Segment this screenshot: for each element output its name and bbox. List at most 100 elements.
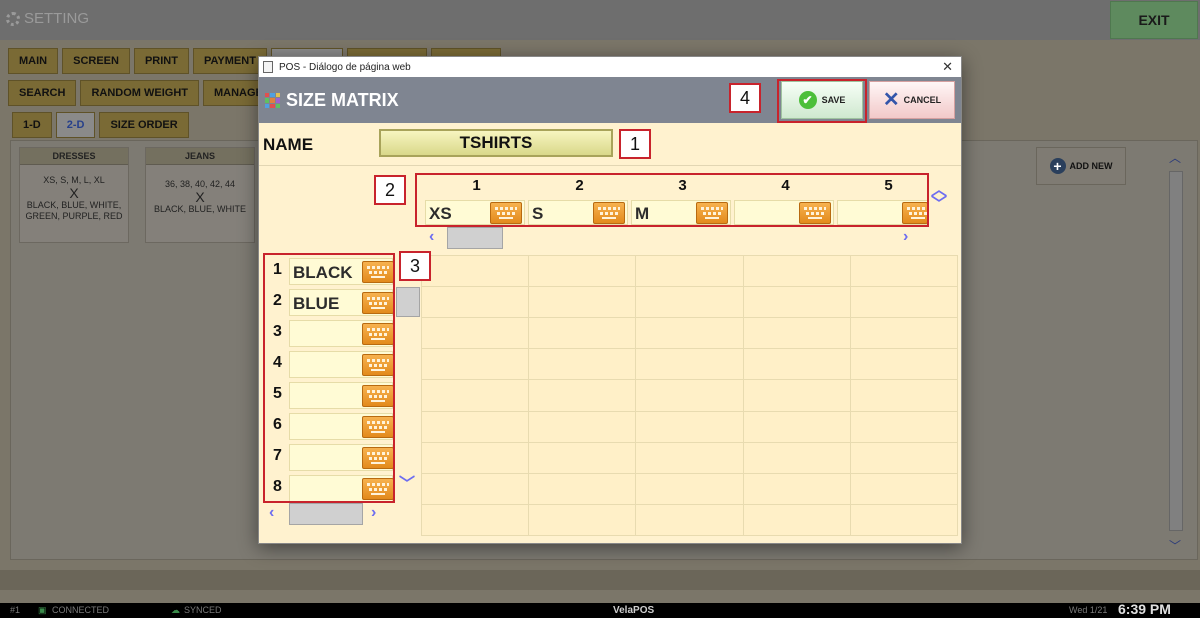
matrix-cell[interactable] [422, 349, 530, 381]
add-new-button[interactable]: + ADD NEW [1036, 147, 1126, 185]
chevron-up-icon[interactable]: ︿ [1169, 149, 1181, 166]
matrix-cell[interactable] [529, 318, 637, 350]
chevron-down-icon[interactable]: ﹀ [1169, 537, 1181, 554]
callout-box-rows [263, 253, 395, 503]
tab-2d[interactable]: 2-D [55, 112, 96, 138]
matrix-cell[interactable] [636, 349, 744, 381]
tab-search[interactable]: SEARCH [8, 80, 77, 106]
chevron-left-icon[interactable]: ‹ [269, 505, 274, 521]
matrix-cell[interactable] [529, 411, 637, 443]
tab-print[interactable]: PRINT [133, 48, 189, 74]
matrix-cell[interactable] [743, 287, 851, 319]
matrix-cell[interactable] [743, 380, 851, 412]
category-card-dresses[interactable]: DRESSES XS, S, M, L, XL X BLACK, BLUE, W… [19, 147, 129, 243]
matrix-cell[interactable] [636, 318, 744, 350]
size-matrix-dialog: POS - Diálogo de página web ✕ SIZE MATRI… [258, 56, 962, 544]
tab-random-weight[interactable]: RANDOM WEIGHT [80, 80, 199, 106]
brand-name: VelaPOS [613, 605, 655, 616]
chevron-down-icon[interactable]: ﹀ [931, 197, 947, 213]
matrix-cell[interactable] [636, 442, 744, 474]
matrix-cell[interactable] [422, 287, 530, 319]
name-field[interactable]: TSHIRTS [379, 129, 613, 157]
station-number: #1 [10, 605, 21, 615]
matrix-cell[interactable] [850, 287, 958, 319]
category-x: X [69, 185, 79, 201]
tab-main[interactable]: MAIN [8, 48, 59, 74]
matrix-cell[interactable] [529, 287, 637, 319]
matrix-cell[interactable] [743, 256, 851, 288]
category-name: JEANS [146, 148, 254, 165]
chevron-down-icon[interactable]: ﹀ [399, 477, 415, 493]
chevron-left-icon[interactable]: ‹ [429, 229, 434, 245]
size-matrix-grid [421, 255, 958, 536]
header-title-text: SIZE MATRIX [286, 90, 399, 110]
matrix-cell[interactable] [850, 504, 958, 536]
matrix-cell[interactable] [850, 442, 958, 474]
row-scroll-thumb[interactable] [396, 287, 420, 317]
sync-status: SYNCED [184, 605, 222, 615]
matrix-cell[interactable] [529, 442, 637, 474]
matrix-cell[interactable] [636, 473, 744, 505]
matrix-cell[interactable] [850, 380, 958, 412]
row-scrollbar[interactable]: ‹ › [269, 503, 389, 525]
matrix-cell[interactable] [743, 504, 851, 536]
matrix-cell[interactable] [743, 411, 851, 443]
matrix-cell[interactable] [743, 442, 851, 474]
matrix-cell[interactable] [422, 256, 530, 288]
callout-3: 3 [399, 251, 431, 281]
add-new-label: ADD NEW [1069, 161, 1113, 171]
cloud-icon: ☁ [171, 605, 180, 615]
connection-status: CONNECTED [52, 605, 110, 615]
matrix-cell[interactable] [743, 349, 851, 381]
matrix-cell[interactable] [422, 411, 530, 443]
callout-box-save [777, 79, 867, 123]
matrix-cell[interactable] [743, 473, 851, 505]
matrix-cell[interactable] [422, 442, 530, 474]
matrix-cell[interactable] [529, 256, 637, 288]
callout-4: 4 [729, 83, 761, 113]
matrix-cell[interactable] [422, 380, 530, 412]
matrix-cell[interactable] [636, 256, 744, 288]
matrix-cell[interactable] [636, 380, 744, 412]
matrix-cell[interactable] [422, 504, 530, 536]
matrix-cell[interactable] [636, 411, 744, 443]
column-scroll-thumb[interactable] [447, 227, 503, 249]
divider [259, 165, 961, 166]
matrix-cell[interactable] [529, 504, 637, 536]
tab-size-order[interactable]: SIZE ORDER [99, 112, 189, 138]
matrix-cell[interactable] [850, 473, 958, 505]
background-scrollbar[interactable]: ︿ ﹀ [1166, 149, 1186, 554]
matrix-cell[interactable] [529, 349, 637, 381]
gear-icon [6, 11, 20, 26]
chevron-right-icon[interactable]: › [371, 505, 376, 521]
category-card-jeans[interactable]: JEANS 36, 38, 40, 42, 44 X BLACK, BLUE, … [145, 147, 255, 243]
exit-button[interactable]: EXIT [1110, 1, 1198, 39]
matrix-cell[interactable] [850, 349, 958, 381]
matrix-cell[interactable] [422, 318, 530, 350]
category-colors: BLACK, BLUE, WHITE [153, 204, 247, 214]
plus-icon: + [1049, 158, 1066, 174]
cancel-button[interactable]: ✕ CANCEL [869, 81, 955, 119]
tab-1d[interactable]: 1-D [12, 112, 52, 138]
matrix-cell[interactable] [850, 411, 958, 443]
scroll-thumb[interactable] [1169, 171, 1183, 531]
dialog-titlebar: POS - Diálogo de página web ✕ [259, 57, 961, 77]
tab-screen[interactable]: SCREEN [62, 48, 130, 74]
matrix-cell[interactable] [636, 504, 744, 536]
matrix-cell[interactable] [529, 380, 637, 412]
matrix-cell[interactable] [529, 473, 637, 505]
column-vertical-scroll[interactable]: ︿ ﹀ [931, 183, 947, 217]
callout-box-columns [415, 173, 929, 227]
row-h-scroll-thumb[interactable] [289, 503, 363, 525]
dialog-window-title: POS - Diálogo de página web [279, 61, 411, 73]
chevron-right-icon[interactable]: › [903, 229, 908, 245]
column-scrollbar[interactable]: ‹ › [429, 227, 919, 249]
close-icon[interactable]: ✕ [942, 59, 953, 75]
matrix-cell[interactable] [636, 287, 744, 319]
matrix-cell[interactable] [422, 473, 530, 505]
matrix-cell[interactable] [850, 318, 958, 350]
matrix-cell[interactable] [743, 318, 851, 350]
x-icon: ✕ [882, 89, 900, 111]
tab-payment[interactable]: PAYMENT [192, 48, 267, 74]
matrix-cell[interactable] [850, 256, 958, 288]
